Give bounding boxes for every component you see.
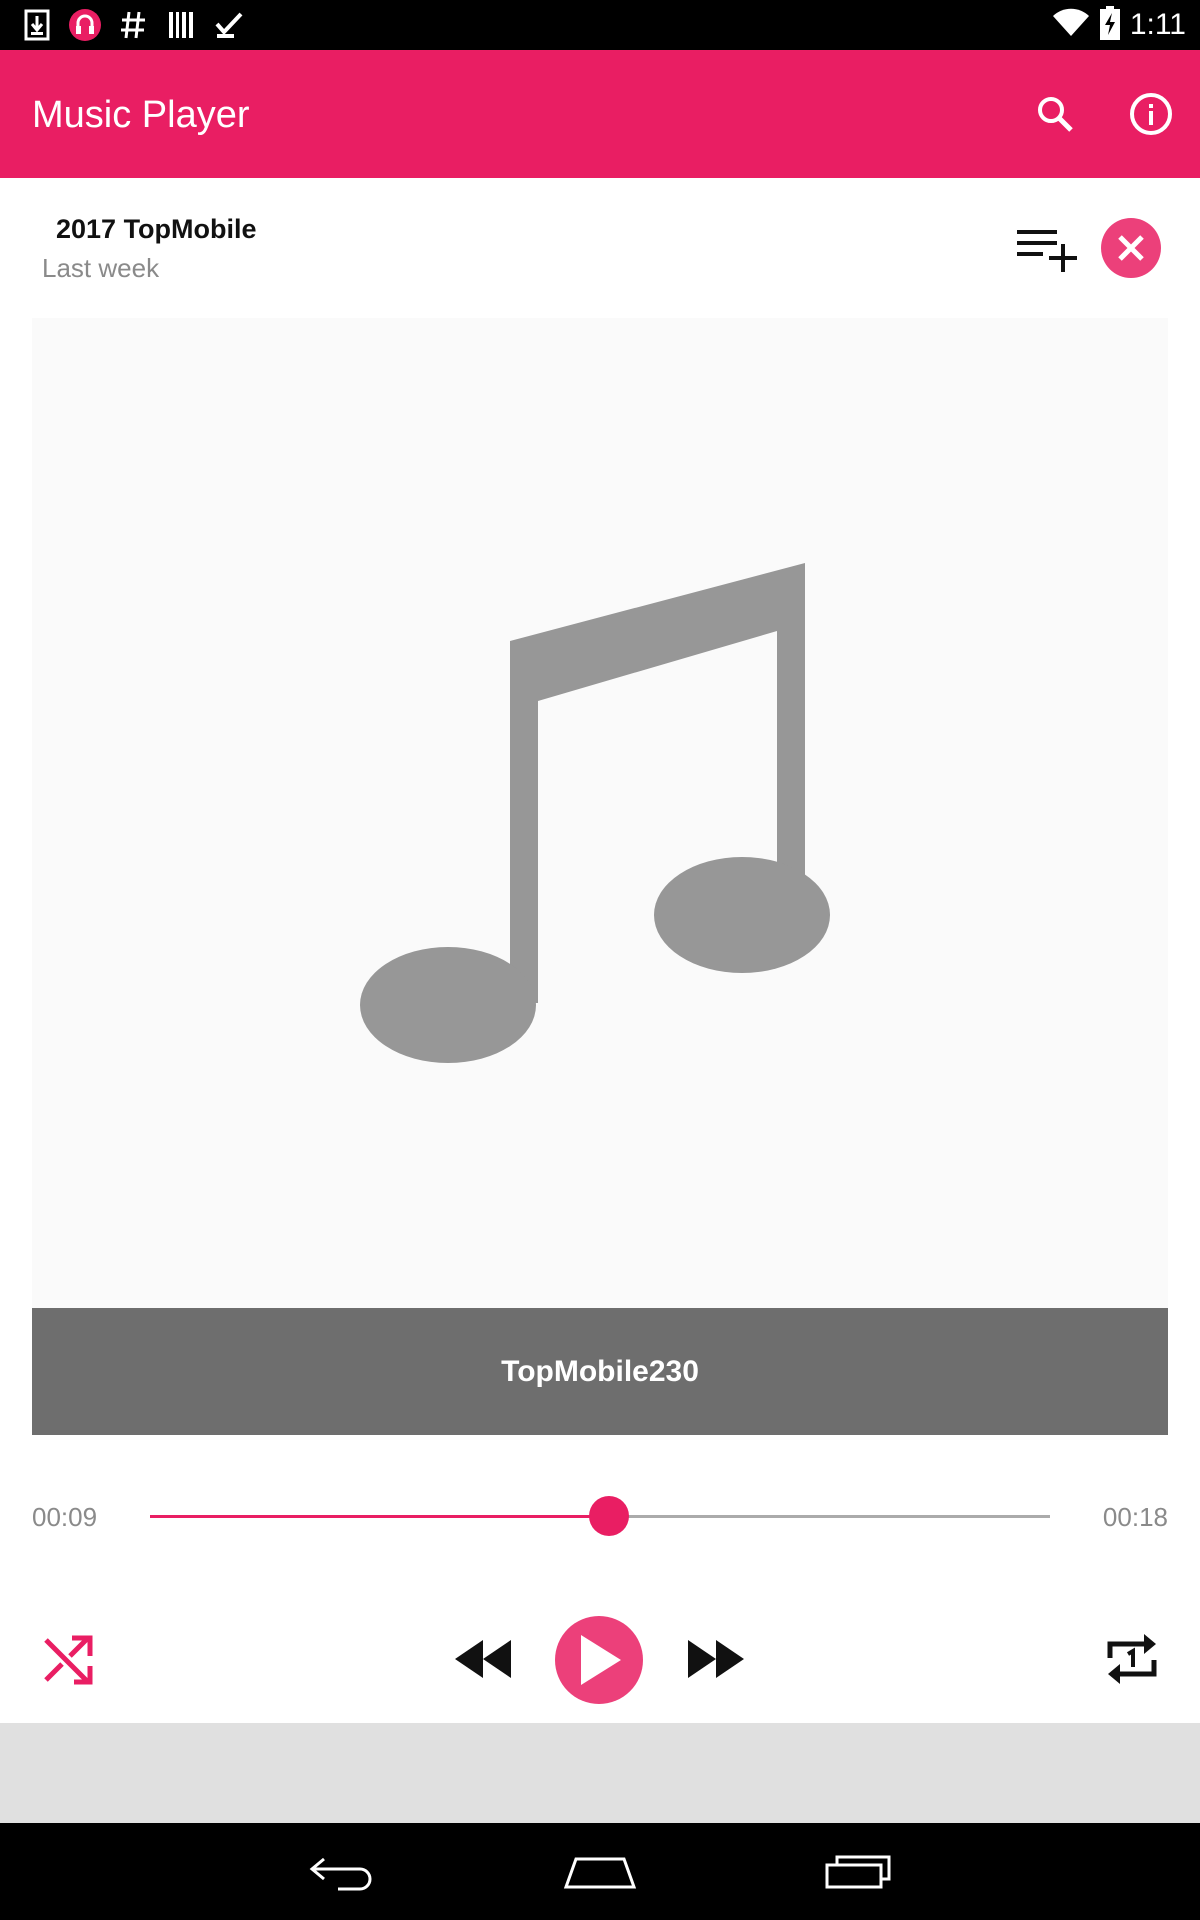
seek-bar-thumb[interactable] <box>589 1496 629 1536</box>
album-artwork <box>32 318 1168 1308</box>
current-time: 00:09 <box>32 1502 98 1532</box>
info-icon <box>1130 93 1172 135</box>
shuffle-button[interactable] <box>36 1630 100 1690</box>
barcode-icon <box>164 8 198 42</box>
recents-button[interactable] <box>808 1843 908 1899</box>
headphones-icon <box>68 8 102 42</box>
notification-icons <box>20 8 246 42</box>
playlist-add-icon <box>1017 230 1077 272</box>
back-icon <box>309 1857 372 1891</box>
repeat-one-icon <box>1107 1634 1157 1684</box>
app-bar: Music Player <box>0 50 1200 178</box>
search-button[interactable] <box>1025 84 1085 144</box>
info-button[interactable] <box>1121 84 1181 144</box>
playlist-title: 2017 TopMobile <box>56 214 257 244</box>
search-icon <box>1038 97 1073 132</box>
status-bar: 1:11 <box>0 0 1200 50</box>
close-icon <box>1118 235 1144 261</box>
download-icon <box>20 8 54 42</box>
navigation-bar <box>0 1823 1200 1920</box>
wifi-icon <box>1052 8 1090 43</box>
song-title: TopMobile230 <box>501 1354 699 1388</box>
total-time: 00:18 <box>1102 1502 1168 1532</box>
rewind-button[interactable] <box>450 1636 516 1682</box>
music-note-icon <box>360 563 830 1063</box>
seek-bar-progress <box>150 1515 609 1518</box>
battery-charging-icon <box>1099 5 1120 45</box>
fast-forward-icon <box>688 1640 744 1678</box>
fast-forward-button[interactable] <box>683 1636 749 1682</box>
home-button[interactable] <box>550 1843 650 1899</box>
bottom-panel <box>0 1723 1200 1823</box>
rewind-icon <box>455 1640 511 1678</box>
system-icons: 1:11 <box>1052 5 1186 45</box>
recents-icon <box>825 1855 891 1889</box>
clock: 1:11 <box>1129 8 1186 41</box>
play-icon <box>581 1635 621 1685</box>
close-button[interactable] <box>1101 218 1161 278</box>
play-button[interactable] <box>555 1616 643 1704</box>
shuffle-icon <box>44 1635 93 1685</box>
hashtag-icon <box>116 8 150 42</box>
app-title: Music Player <box>32 94 250 136</box>
back-button[interactable] <box>293 1843 393 1899</box>
seek-bar[interactable] <box>150 1496 1050 1536</box>
now-playing-title-bar: TopMobile230 <box>32 1308 1168 1435</box>
playlist-subtitle: Last week <box>42 253 160 283</box>
home-icon <box>563 1857 637 1889</box>
add-to-playlist-button[interactable] <box>1012 222 1082 278</box>
repeat-button[interactable] <box>1100 1628 1164 1690</box>
checklist-icon <box>212 8 246 42</box>
